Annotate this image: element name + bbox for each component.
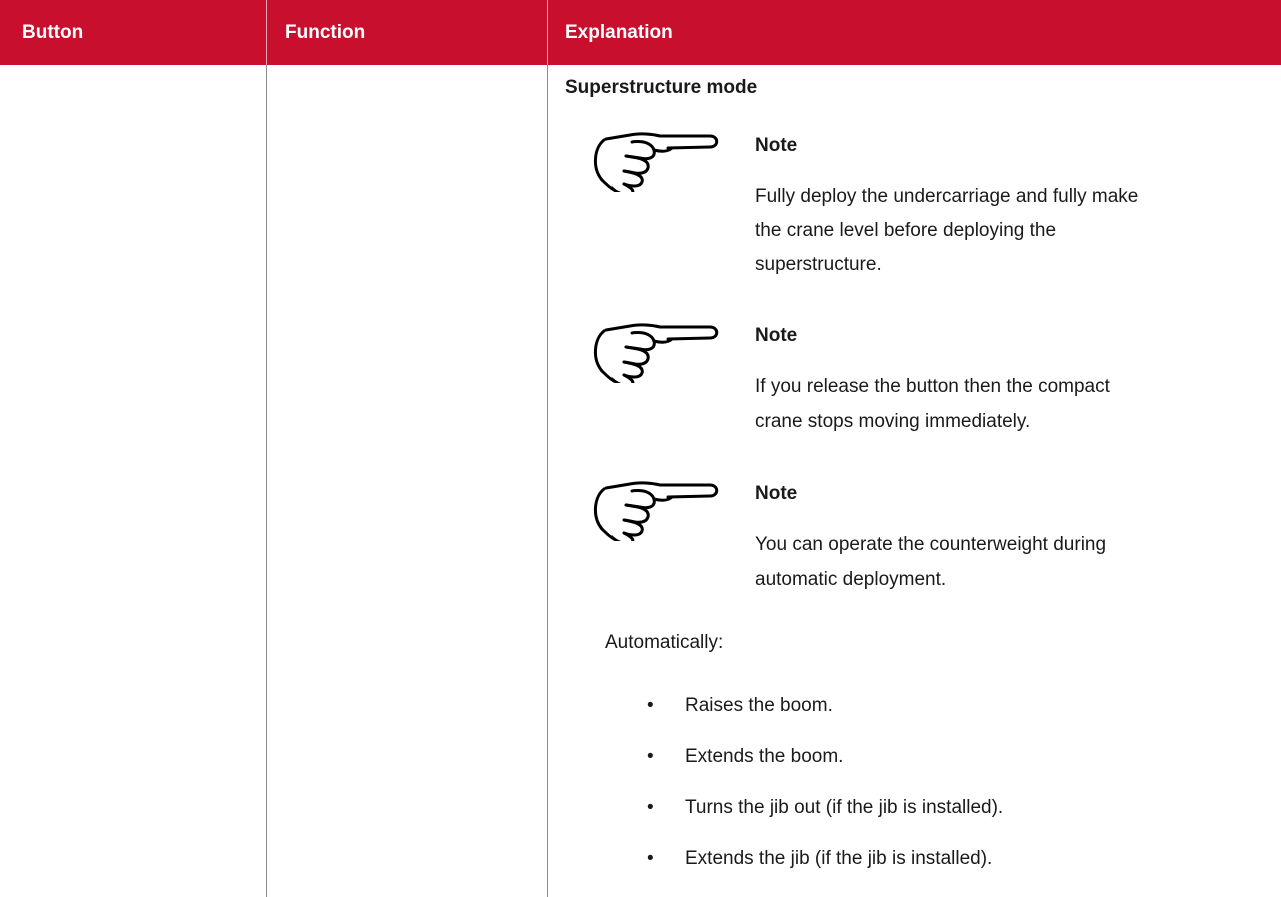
- list-item: Extends the jib (if the jib is installed…: [685, 848, 993, 869]
- column-divider: [266, 65, 267, 897]
- pointing-hand-icon: [594, 481, 719, 541]
- note-title: Note: [755, 325, 798, 346]
- list-intro: Automatically:: [605, 632, 724, 653]
- table-header: Button Function Explanation: [0, 0, 1281, 65]
- pointing-hand-icon: [594, 323, 719, 383]
- note-text-line: Fully deploy the undercarriage and fully…: [755, 186, 1139, 207]
- column-divider: [547, 65, 548, 897]
- bullet-dot: •: [647, 695, 654, 716]
- list-item: Turns the jib out (if the jib is install…: [685, 797, 1004, 818]
- bullet-dot: •: [647, 848, 654, 869]
- pointing-hand-icon: [594, 132, 719, 192]
- note-title: Note: [755, 135, 798, 156]
- header-explanation: Explanation: [565, 22, 673, 43]
- note-text-line: automatic deployment.: [755, 569, 947, 590]
- header-divider: [266, 0, 267, 65]
- header-function: Function: [285, 22, 366, 43]
- note-text-line: the crane level before deploying the: [755, 220, 1057, 241]
- note-title: Note: [755, 483, 798, 504]
- list-item: Raises the boom.: [685, 695, 833, 716]
- note-text-line: You can operate the counterweight during: [755, 534, 1107, 555]
- manual-page: Button Function Explanation Superstructu…: [0, 0, 1281, 897]
- header-button: Button: [22, 22, 84, 43]
- header-divider: [547, 0, 548, 65]
- section-title: Superstructure mode: [565, 77, 758, 98]
- bullet-dot: •: [647, 797, 654, 818]
- note-text-line: superstructure.: [755, 254, 882, 275]
- note-text-line: If you release the button then the compa…: [755, 376, 1110, 397]
- list-item: Extends the boom.: [685, 746, 844, 767]
- note-text-line: crane stops moving immediately.: [755, 411, 1031, 432]
- bullet-dot: •: [647, 746, 654, 767]
